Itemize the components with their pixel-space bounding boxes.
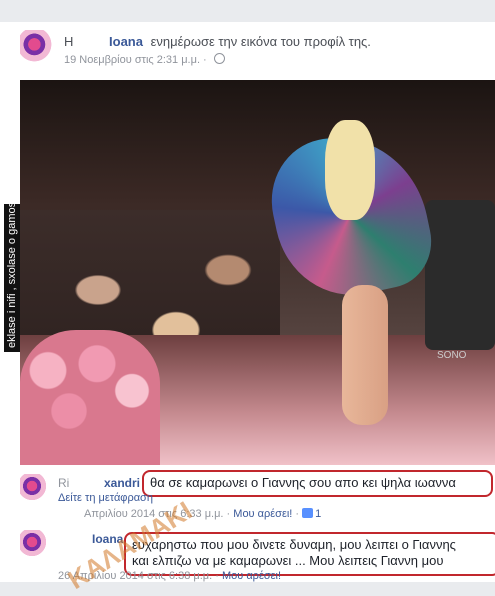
commenter-name[interactable]: Ioana [92, 532, 123, 546]
comment-date[interactable]: Απριλίου 2014 στις 6:33 μ.μ. [84, 508, 223, 520]
facebook-post-card: H Ioana ενημέρωσε την εικόνα του προφίλ … [0, 0, 495, 595]
drum-brand-text: SONO [437, 350, 467, 361]
comment-1: Ri xandri θα σε καμαρωνει ο Γιαννης σου … [20, 470, 495, 520]
post-title-line: H Ioana ενημέρωσε την εικόνα του προφίλ … [64, 34, 371, 49]
comment-date[interactable]: 26 Απριλίου 2014 στις 6:38 μ.μ. [58, 570, 212, 582]
post-author-link[interactable]: Ioana [109, 34, 143, 49]
comment-text-line-2: και ελπιζω να με καμαρωνει ... Μου λειπε… [132, 553, 444, 568]
comment-meta: 26 Απριλίου 2014 στις 6:38 μ.μ. · Μου αρ… [58, 570, 282, 582]
like-count[interactable]: 1 [315, 508, 321, 520]
commenter-name[interactable]: xandri [104, 476, 140, 490]
comment-text-line-1: ευχαρηστω που μου δινετε δυναμη, μου λει… [132, 537, 456, 552]
post-photo[interactable]: SONO [20, 80, 495, 465]
dancer-legs [342, 285, 388, 425]
name-prefix[interactable]: H [64, 34, 73, 49]
thumbs-up-icon [302, 508, 314, 518]
like-link[interactable]: Μου αρέσει! [222, 570, 281, 582]
translation-link[interactable]: Δείτε τη μετάφραση [58, 492, 153, 504]
side-watermark: eklase i nifi , sxolase o gamos [4, 202, 20, 352]
commenter-avatar[interactable] [20, 530, 50, 560]
commenter-name-prefix[interactable]: Ri [58, 476, 69, 490]
globe-icon [213, 53, 225, 64]
like-link[interactable]: Μου αρέσει! [233, 508, 292, 520]
comment-meta: Απριλίου 2014 στις 6:33 μ.μ. · Μου αρέσε… [84, 508, 322, 520]
post-meta: 19 Νοεμβρίου στις 2:31 μ.μ. · [64, 53, 225, 66]
post-action-text: ενημέρωσε την εικόνα του προφίλ της. [150, 34, 371, 49]
flower-arrangement [20, 330, 160, 465]
commenter-avatar[interactable] [20, 474, 50, 504]
author-avatar[interactable] [20, 30, 56, 66]
comment-2: Ioana ευχαρηστω που μου δινετε δυναμη, μ… [20, 530, 495, 582]
drum-kit: SONO [425, 200, 495, 361]
comment-text: θα σε καμαρωνει ο Γιαννης σου απο κει ψη… [142, 470, 493, 497]
dancer-hair [325, 120, 375, 220]
post-date[interactable]: 19 Νοεμβρίου στις 2:31 μ.μ. · [64, 54, 207, 66]
top-bar [0, 0, 495, 22]
